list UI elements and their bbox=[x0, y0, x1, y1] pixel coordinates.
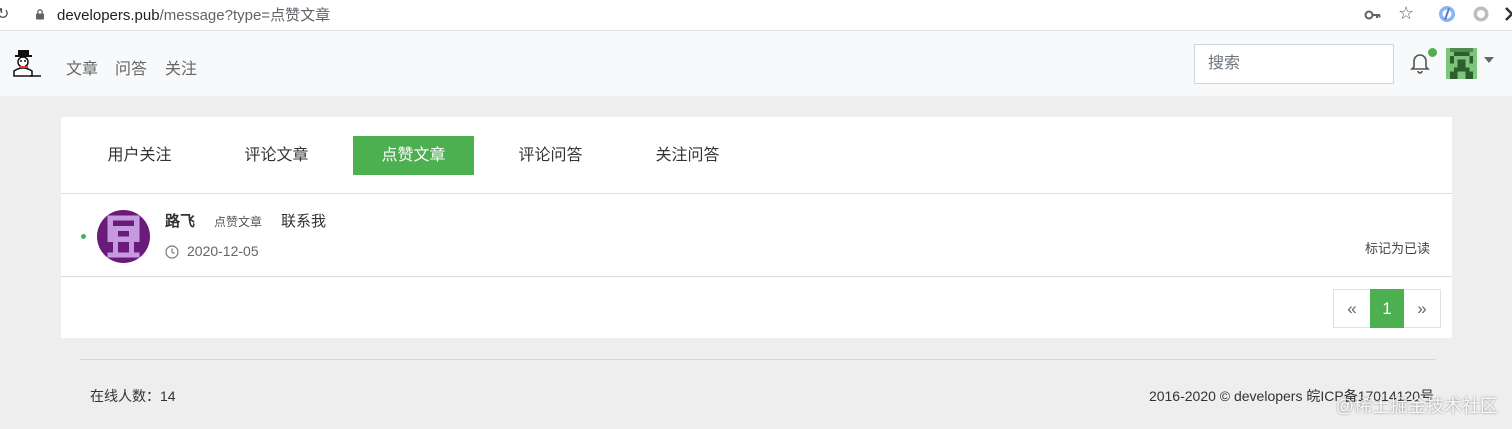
message-action: 点赞文章 bbox=[214, 215, 263, 229]
mark-read-button[interactable]: 标记为已读 bbox=[1365, 238, 1430, 257]
tab-user-follow[interactable]: 用户关注 bbox=[79, 136, 200, 175]
puzzle-icon[interactable] bbox=[1504, 5, 1512, 23]
tab-comment-qa[interactable]: 评论问答 bbox=[490, 136, 611, 175]
address-url[interactable]: developers.pub/message?type=点赞文章 bbox=[57, 4, 330, 25]
extension-icon[interactable] bbox=[1438, 5, 1456, 23]
pagination-prev[interactable]: « bbox=[1333, 289, 1371, 328]
tab-like-article[interactable]: 点赞文章 bbox=[353, 136, 474, 175]
nav-link-articles[interactable]: 文章 bbox=[66, 55, 98, 79]
site-navbar: 文章 问答 关注 bbox=[0, 31, 1512, 96]
snowman-logo[interactable] bbox=[10, 49, 42, 79]
nav-link-qa[interactable]: 问答 bbox=[115, 55, 147, 79]
url-path: /message?type=点赞文章 bbox=[159, 7, 331, 24]
pagination-page[interactable]: 1 bbox=[1370, 289, 1404, 328]
online-count: 在线人数：14 bbox=[90, 388, 176, 404]
search-input[interactable] bbox=[1194, 44, 1394, 84]
clock-icon bbox=[165, 245, 179, 259]
chevron-down-icon[interactable] bbox=[1484, 57, 1494, 63]
browser-address-bar: ↻ developers.pub/message?type=点赞文章 ☆ bbox=[0, 0, 1512, 31]
message-avatar[interactable] bbox=[97, 210, 150, 263]
notification-dot bbox=[1428, 48, 1437, 57]
watermark-text: @稀土掘金技术社区 bbox=[1335, 396, 1498, 416]
message-username[interactable]: 路飞 bbox=[165, 210, 195, 231]
pagination: « 1 » bbox=[1333, 289, 1441, 328]
lock-icon[interactable] bbox=[35, 9, 45, 20]
contact-link[interactable]: 联系我 bbox=[281, 210, 326, 231]
tab-follow-qa[interactable]: 关注问答 bbox=[627, 136, 748, 175]
tab-comment-article[interactable]: 评论文章 bbox=[216, 136, 337, 175]
bell-icon[interactable] bbox=[1410, 52, 1430, 74]
message-date: 2020-12-05 bbox=[187, 243, 259, 259]
circle-icon[interactable] bbox=[1472, 5, 1490, 23]
reload-icon[interactable]: ↻ bbox=[0, 4, 9, 24]
messages-card: 用户关注 评论文章 点赞文章 评论问答 关注问答 路飞 点赞文章 联系我 202… bbox=[61, 117, 1452, 338]
pagination-next[interactable]: » bbox=[1403, 289, 1441, 328]
unread-dot bbox=[81, 234, 86, 239]
message-item: 路飞 点赞文章 联系我 2020-12-05 标记为已读 bbox=[61, 195, 1452, 277]
star-icon[interactable]: ☆ bbox=[1398, 3, 1414, 24]
key-icon[interactable] bbox=[1364, 7, 1382, 23]
nav-link-following[interactable]: 关注 bbox=[165, 55, 197, 79]
user-avatar[interactable] bbox=[1446, 48, 1477, 79]
url-host: developers.pub bbox=[57, 7, 160, 24]
footer-divider bbox=[80, 359, 1436, 360]
message-tabs: 用户关注 评论文章 点赞文章 评论问答 关注问答 bbox=[61, 117, 1452, 194]
